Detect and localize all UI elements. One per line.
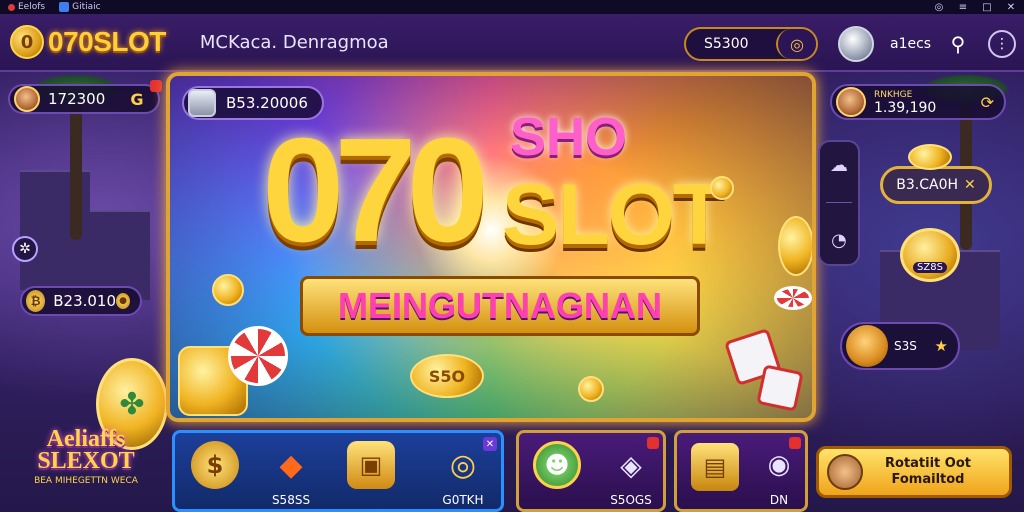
page-subtitle: MCKaca. Denragmoa [199,31,389,53]
game-card[interactable]: ✕ $ ◆ S58SS ▣ ◎ G0TKH [172,430,504,512]
gift-icon: G [130,89,144,109]
game-card[interactable]: ☻ ◈ S5OGS [516,430,666,512]
deposit-icon[interactable]: ◎ [776,29,816,59]
right-player-pill[interactable]: RNKHGE 1.39,190 ⟳ [830,84,1006,120]
header-balance-value: S5300 [704,36,749,52]
coin-icon: 0 [10,25,44,59]
tab-left[interactable]: Eelofs [18,2,45,12]
window-control-close-icon[interactable]: ✕ [1006,2,1016,13]
frog-coin-icon: ☻ [533,441,581,489]
more-menu-icon[interactable]: ⋮ [988,30,1016,58]
slot-cell: ◉ DN [755,441,803,507]
coin-icon: ◎ [449,447,477,483]
banner-headline-number: 070 [262,108,489,273]
cta-button[interactable]: Rotatiit Oot Fomailtod [816,446,1012,498]
slot-cell: ◎ G0TKH [439,441,487,508]
dice-icon [756,364,804,412]
gift-icon: ⟳ [980,92,994,112]
slot-cell: ◆ S58SS [267,441,315,508]
left-coins-pill[interactable]: ₿ B23.010 ● [20,286,142,316]
cta-line1: Rotatiit Oot [885,456,971,471]
window-control-menu-icon[interactable]: ≡ [958,2,968,13]
username: a1ecs [890,36,932,52]
right-promo-value: B3.CA0H [896,177,958,193]
game-logo-tagline: BEA MIHEGETTN WECA [34,476,138,486]
pet-icon [846,325,888,367]
coin-icon [908,144,952,170]
close-icon[interactable]: ✕ [964,177,976,193]
player-avatar [14,86,40,112]
game-card[interactable]: ▤ ◉ DN [674,430,808,512]
slot-cell: ◈ S5OGS [607,441,655,508]
support-icon[interactable]: ◔ [831,230,847,251]
slot-cell: ▣ [347,441,395,489]
chat-icon[interactable]: ☁ [830,155,848,176]
dock-divider [826,202,852,204]
coin-icon: ₿ [26,290,46,312]
diamond-icon: ◆ [279,447,303,483]
reward-avatar-coin[interactable]: SZ8S [900,228,960,282]
casino-chip-icon [228,326,288,386]
game-card-label: G0TKH [442,493,484,507]
tab-favicon-icon [59,2,70,12]
treasure-chest-icon: ▣ [347,441,395,489]
banner-headline-small: SHO [510,107,628,167]
cta-text: Rotatiit Oot Fomailtod [885,456,971,488]
character-avatar [827,454,863,490]
app-header: 0 070SLOT MCKaca. Denragmoa S5300 ◎ a1ec… [0,14,1024,72]
brand-logo-text: 070SLOT [48,26,166,57]
tab-favicon-icon [8,3,15,11]
game-logo[interactable]: Aeliaffs SLEXOT BEA MIHEGETTN WECA [16,426,156,500]
gem-icon: ◉ [767,450,791,480]
game-card-label: DN [769,493,789,507]
slot-cell: ▤ [691,443,739,491]
coin-icon [212,274,244,306]
banner-headline-word: SLOT [502,167,725,263]
cube-icon [188,89,216,117]
casino-chip-icon [774,286,812,310]
coin-icon [710,176,734,200]
banner-center-coin: S5O [410,354,484,398]
pet-pill[interactable]: S3S ★ [840,322,960,370]
game-logo-line1: Aeliaffs [46,426,126,452]
window-control-maximize-icon[interactable]: □ [982,2,992,13]
reward-avatar-badge: SZ8S [913,262,947,273]
game-card-label: S5OGS [610,493,652,507]
tab-second[interactable]: Gitiaic [72,2,100,12]
player-avatar [836,87,866,117]
left-player-value: 172300 [48,90,106,108]
slot-cell: $ [191,441,239,489]
avatar[interactable] [838,26,874,62]
coin-icon [778,216,812,276]
right-promo-pill[interactable]: B3.CA0H ✕ [880,166,992,204]
pet-value: S3S [894,339,917,353]
star-icon: ★ [934,337,948,355]
banner-balance-value: B53.20006 [226,94,308,112]
gem-icon: ◈ [620,448,642,482]
header-balance[interactable]: S5300 ◎ [684,27,818,61]
left-coins-value: B23.010 [53,292,117,310]
game-card-label: S58SS [271,493,311,507]
right-player-value: 1.39,190 [874,100,937,116]
settings-icon[interactable]: ✲ [12,236,38,262]
hero-banner[interactable]: B53.20006 070 SHO SLOT MEINGUTNAGNAN S5O [166,72,816,422]
coin-icon [578,376,604,402]
cta-line2: Fomailtod [891,472,965,487]
side-dock: ☁ ◔ [818,140,860,266]
browser-tab-strip: Eelofs Gitiaic ◎ ≡ □ ✕ [0,0,1024,14]
window-controls: ◎ ≡ □ ✕ [934,2,1016,13]
brand-logo[interactable]: 0 070SLOT [10,25,166,59]
game-logo-line2: SLEXOT [37,448,135,474]
window-control-record-icon[interactable]: ◎ [934,2,944,13]
dollar-coin-icon: $ [191,441,239,489]
banner-ribbon: MEINGUTNAGNAN [300,276,700,336]
left-player-pill[interactable]: 172300 G [8,80,162,114]
banner-balance-pill[interactable]: B53.20006 [182,86,324,120]
slot-cell: ☻ [533,441,581,489]
notification-badge [150,80,162,92]
coin-stack-icon: ▤ [691,443,739,491]
search-icon[interactable]: ⚲ [946,32,970,56]
coin-icon: ● [116,293,130,309]
